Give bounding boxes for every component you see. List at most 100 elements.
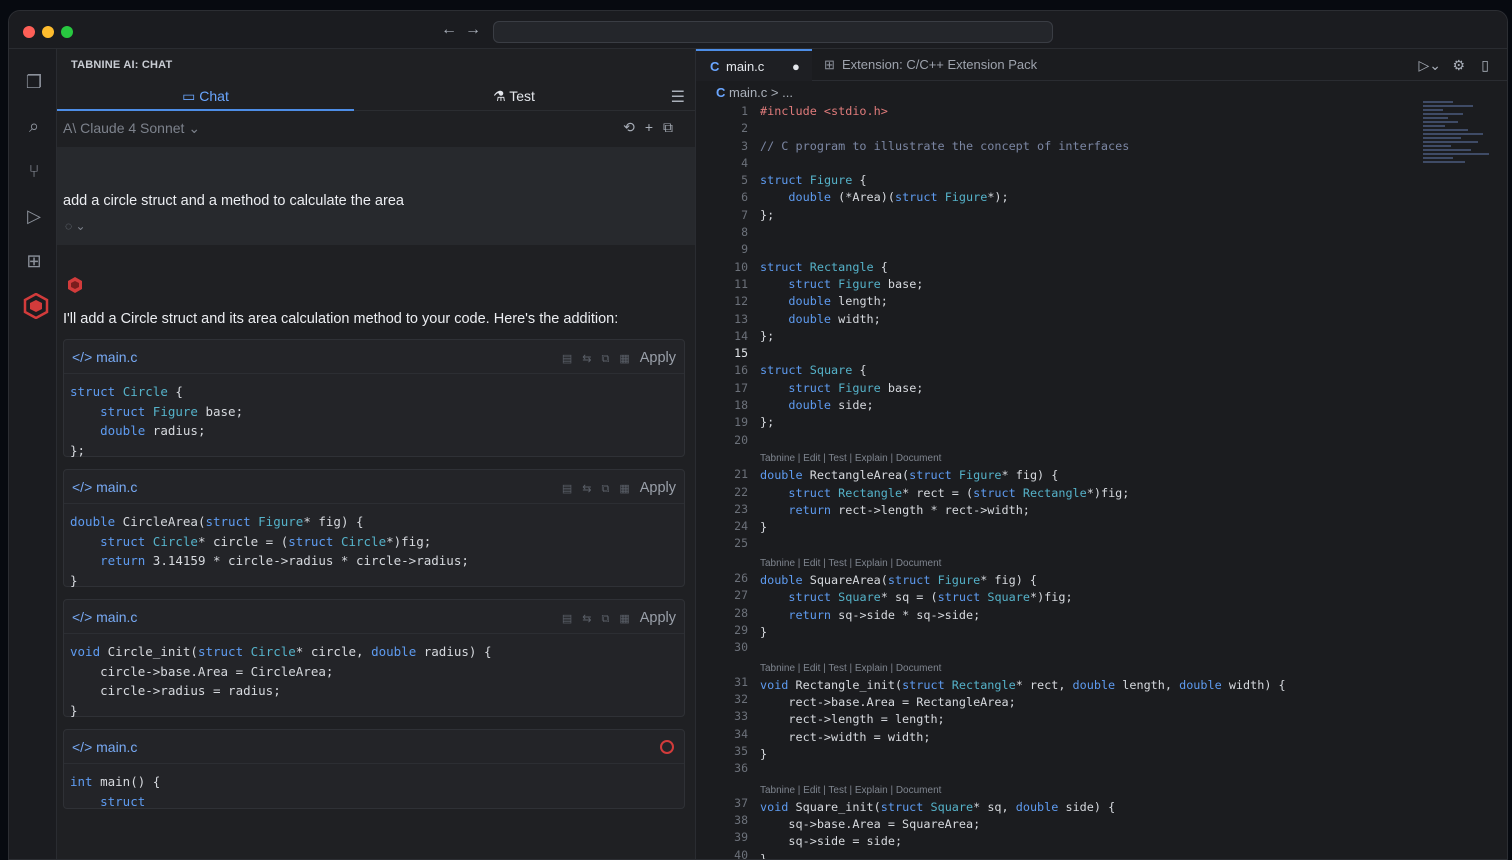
insert-icon[interactable]: ⇆ bbox=[582, 353, 591, 365]
app-window: ← → ❐ ⌕ ⑂ ▷ ⊞ TABNINE AI: CHAT ▭ Chat ⚗ … bbox=[8, 10, 1508, 860]
line-number: 17 bbox=[734, 380, 748, 395]
code-icon: </> bbox=[72, 349, 97, 365]
codelens[interactable]: Tabnine | Edit | Test | Explain | Docume… bbox=[760, 785, 941, 796]
line-number: 19 bbox=[734, 415, 748, 430]
line-number: 37 bbox=[734, 795, 748, 810]
tab-extension-pack[interactable]: ⊞ Extension: C/C++ Extension Pack bbox=[824, 49, 1074, 81]
tab-main-c[interactable]: C main.c ● bbox=[696, 49, 812, 81]
line-number: 7 bbox=[741, 207, 748, 222]
apply-button[interactable]: Apply bbox=[640, 610, 676, 626]
activity-bar: ❐ ⌕ ⑂ ▷ ⊞ bbox=[9, 49, 57, 859]
minimize-window-button[interactable] bbox=[42, 26, 54, 38]
explorer-icon[interactable]: ❐ bbox=[23, 71, 45, 93]
history-icon[interactable]: ⟲ bbox=[623, 119, 645, 135]
line-number: 15 bbox=[734, 346, 748, 361]
line-number: 8 bbox=[741, 225, 748, 240]
tab-chat-label: Chat bbox=[199, 88, 229, 104]
tab-chat[interactable]: ▭ Chat bbox=[57, 81, 354, 111]
line-number: 1 bbox=[741, 104, 748, 118]
line-number: 38 bbox=[734, 813, 748, 828]
close-window-button[interactable] bbox=[23, 26, 35, 38]
tab-test-label: Test bbox=[509, 88, 535, 104]
code-snippet: int main() { struct bbox=[70, 774, 161, 809]
line-number: 4 bbox=[741, 155, 748, 170]
source-control-icon[interactable]: ⑂ bbox=[23, 160, 45, 182]
code-snippet: double CircleArea(struct Figure* fig) { … bbox=[70, 514, 469, 588]
codelens[interactable]: Tabnine | Edit | Test | Explain | Docume… bbox=[760, 453, 941, 464]
tab-test[interactable]: ⚗ Test bbox=[354, 81, 674, 111]
code-block: </> main.c ▤ ⇆ ⧉ ▦ Apply double CircleArea(s… bbox=[63, 469, 685, 588]
copy-icon[interactable]: ⧉ bbox=[601, 353, 609, 365]
line-number: 36 bbox=[734, 761, 748, 776]
model-name: Claude 4 Sonnet bbox=[80, 120, 185, 136]
apply-button[interactable]: Apply bbox=[640, 480, 676, 496]
file-name: </> main.c bbox=[72, 479, 138, 495]
new-chat-icon[interactable]: + bbox=[645, 119, 663, 135]
tabnine-chat-panel: TABNINE AI: CHAT ▭ Chat ⚗ Test ☰ A\ Clau… bbox=[57, 49, 695, 859]
model-selector[interactable]: A\ Claude 4 Sonnet ⌄ bbox=[63, 120, 200, 137]
tab-main-c-label: main.c bbox=[726, 59, 765, 74]
apply-button[interactable]: Apply bbox=[640, 350, 676, 366]
run-debug-icon[interactable]: ▷ bbox=[23, 205, 45, 227]
pop-out-icon[interactable]: ⧉ bbox=[663, 119, 683, 135]
copy-icon[interactable]: ⧉ bbox=[601, 483, 609, 495]
split-editor-icon[interactable]: ▯ bbox=[1481, 57, 1489, 74]
line-number: 23 bbox=[734, 501, 748, 516]
extensions-icon[interactable]: ⊞ bbox=[23, 250, 45, 272]
line-number bbox=[696, 449, 748, 466]
diff-icon[interactable]: ▤ bbox=[562, 483, 572, 495]
line-number: 18 bbox=[734, 398, 748, 413]
chat-tabs: ▭ Chat ⚗ Test ☰ bbox=[57, 81, 695, 111]
menu-icon[interactable]: ☰ bbox=[671, 87, 685, 107]
line-number: 29 bbox=[734, 622, 748, 637]
new-file-icon[interactable]: ▦ bbox=[619, 483, 629, 495]
gear-icon[interactable]: ⚙ bbox=[1452, 57, 1465, 74]
search-icon[interactable]: ⌕ bbox=[23, 115, 45, 137]
source-code[interactable]: #include <stdio.h> // C program to illus… bbox=[760, 103, 1286, 859]
line-number: 16 bbox=[734, 363, 748, 378]
flask-icon: ⚗ bbox=[493, 88, 510, 104]
line-number: 12 bbox=[734, 294, 748, 309]
insert-icon[interactable]: ⇆ bbox=[582, 483, 591, 495]
insert-icon[interactable]: ⇆ bbox=[582, 613, 591, 625]
code-icon: </> bbox=[72, 479, 97, 495]
minimap[interactable] bbox=[1423, 101, 1493, 211]
run-icon[interactable]: ▷⌄ bbox=[1419, 57, 1442, 74]
line-number: 30 bbox=[734, 640, 748, 655]
chat-bubble-icon: ▭ bbox=[182, 88, 200, 104]
file-name: </> main.c bbox=[72, 349, 138, 365]
codelens[interactable]: Tabnine | Edit | Test | Explain | Docume… bbox=[760, 663, 941, 674]
editor-tabs: C main.c ● ⊞ Extension: C/C++ Extension … bbox=[696, 49, 1507, 81]
c-file-icon: C bbox=[716, 85, 729, 100]
modified-dot-icon: ● bbox=[792, 59, 800, 74]
new-file-icon[interactable]: ▦ bbox=[619, 353, 629, 365]
line-number: 32 bbox=[734, 692, 748, 707]
code-editor: C main.c ● ⊞ Extension: C/C++ Extension … bbox=[695, 49, 1507, 859]
breadcrumb[interactable]: C main.c > ... bbox=[716, 85, 793, 100]
line-number: 6 bbox=[741, 190, 748, 205]
chat-actions: ⟲+⧉ bbox=[623, 119, 683, 136]
back-arrow-icon[interactable]: ← bbox=[441, 21, 457, 39]
code-block: </> main.c ▤ ⇆ ⧉ ▦ Apply void Circle_init(st… bbox=[63, 599, 685, 718]
line-number: 21 bbox=[734, 467, 748, 482]
line-number: 9 bbox=[741, 242, 748, 257]
line-number: 39 bbox=[734, 830, 748, 845]
new-file-icon[interactable]: ▦ bbox=[619, 613, 629, 625]
code-snippet: void Circle_init(struct Circle* circle, … bbox=[70, 644, 492, 718]
code-snippet: struct Circle { struct Figure base; doub… bbox=[70, 384, 244, 458]
command-center-input[interactable] bbox=[493, 21, 1053, 43]
zoom-window-button[interactable] bbox=[61, 26, 73, 38]
diff-icon[interactable]: ▤ bbox=[562, 353, 572, 365]
line-number: 25 bbox=[734, 536, 748, 551]
tabnine-logo-icon bbox=[68, 277, 82, 293]
diff-icon[interactable]: ▤ bbox=[562, 613, 572, 625]
line-number: 11 bbox=[734, 276, 748, 291]
copy-icon[interactable]: ⧉ bbox=[601, 613, 609, 625]
context-chevron-icon[interactable]: ◌ ⌄ bbox=[65, 219, 86, 233]
codelens[interactable]: Tabnine | Edit | Test | Explain | Docume… bbox=[760, 558, 941, 569]
forward-arrow-icon[interactable]: → bbox=[465, 21, 481, 39]
tabnine-icon[interactable] bbox=[23, 292, 49, 320]
line-number bbox=[696, 657, 748, 674]
line-number: 20 bbox=[734, 432, 748, 447]
line-number: 5 bbox=[741, 173, 748, 188]
